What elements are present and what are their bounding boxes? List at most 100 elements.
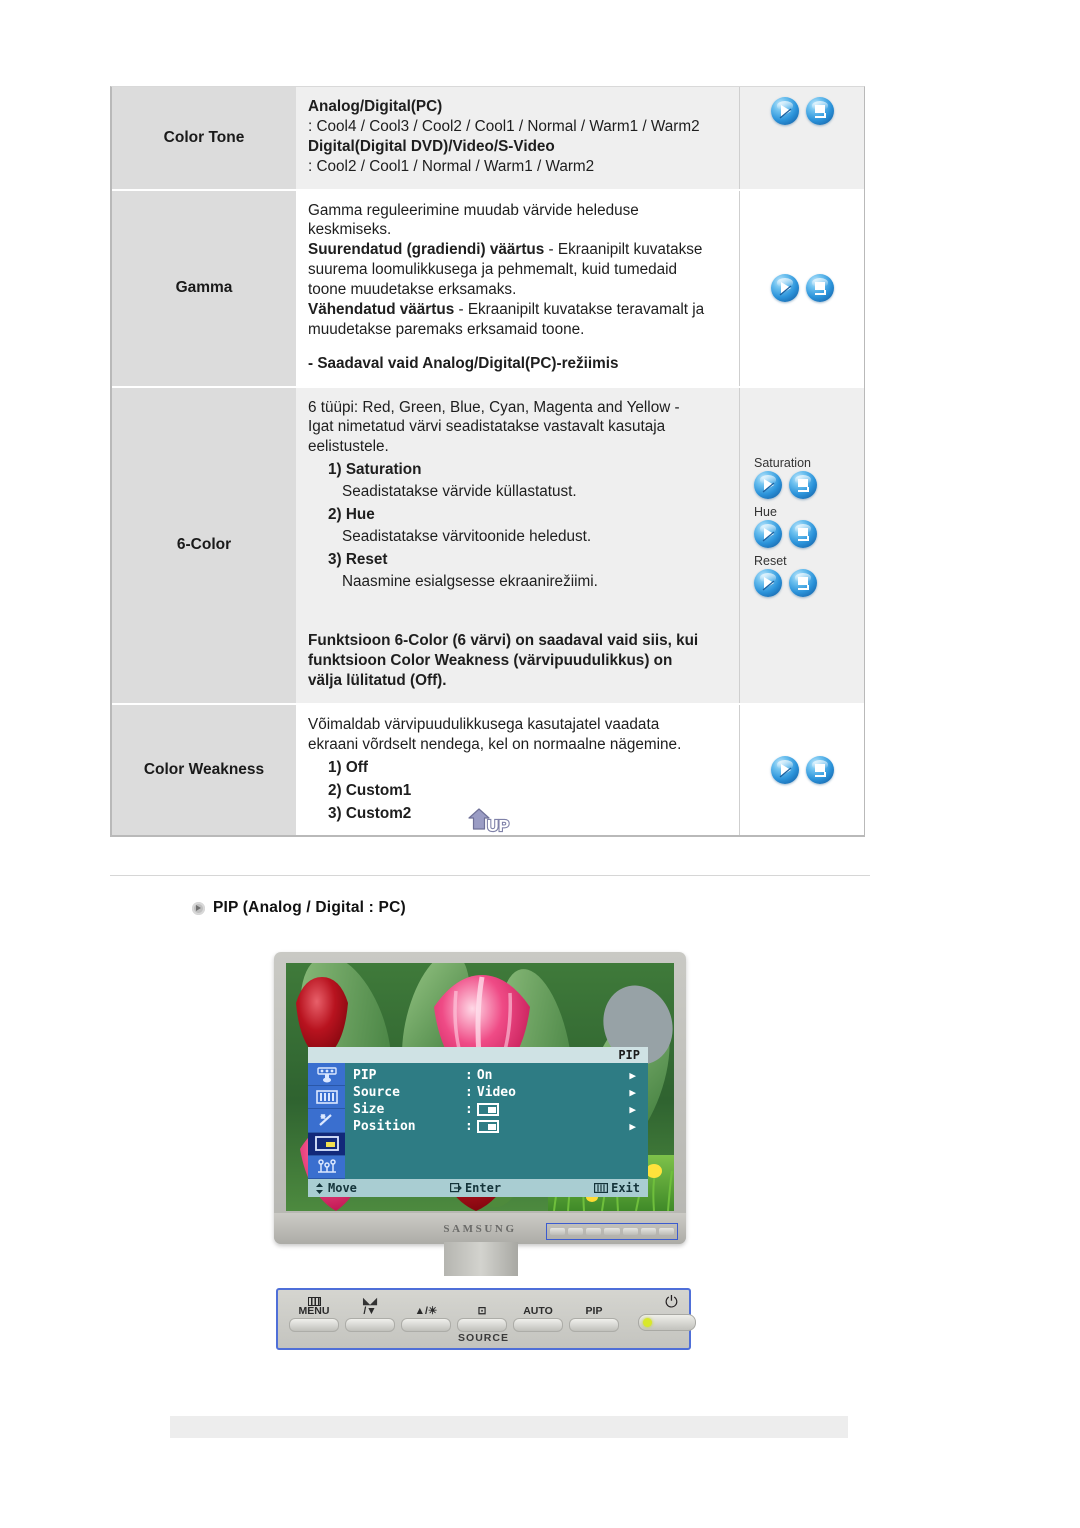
play-icon[interactable] <box>770 97 799 125</box>
play-icon[interactable] <box>770 274 799 302</box>
text-line: 1) Off <box>328 758 368 776</box>
osd-item-pip[interactable]: PIP : On ▶ <box>353 1067 648 1084</box>
text-line: ekraani võrdselt nendega, kel on normaal… <box>308 735 682 753</box>
front-button[interactable] <box>640 1228 656 1235</box>
row-label-6-color: 6-Color <box>112 387 296 703</box>
osd-menu: PIP PIP: On ▶ Source: Video ▶ Size: ▶… <box>308 1047 648 1197</box>
osd-item-value: : <box>465 1119 587 1134</box>
button-cap[interactable] <box>513 1318 563 1332</box>
up-text: ▲/☀ <box>414 1305 438 1317</box>
down-brightness-button[interactable]: ◣◢ /▼ <box>342 1294 398 1332</box>
up-brightness-button[interactable]: ▲/☀ <box>398 1294 454 1332</box>
pip-section-heading: PIP (Analog / Digital : PC) <box>192 899 406 917</box>
front-button[interactable] <box>622 1228 638 1235</box>
icon-group-label: Reset <box>754 553 787 568</box>
osd-item-source[interactable]: Source : Video ▶ <box>353 1084 648 1101</box>
chevron-right-icon[interactable]: ▶ <box>629 1069 636 1082</box>
button-cap[interactable] <box>345 1318 395 1332</box>
control-button-row: MENU ◣◢ /▼ ▲/☀ ⊡ AUTO PIP ⏻ <box>286 1294 696 1332</box>
row-body-gamma: Gamma reguleerimine muudab värvide heled… <box>296 190 739 386</box>
enter-icon[interactable] <box>789 470 817 499</box>
play-icon[interactable] <box>754 568 782 597</box>
row-icons-6-color: Saturation Hue Reset <box>739 387 864 703</box>
play-icon[interactable] <box>754 519 782 548</box>
front-button[interactable] <box>568 1228 584 1235</box>
text-line: toone muudetakse erksamaks. <box>308 281 517 298</box>
brightness-contrast-icon[interactable] <box>308 1063 345 1087</box>
pip-icon[interactable] <box>308 1132 345 1156</box>
menu-button-label: MENU <box>286 1294 342 1316</box>
control-panel-closeup: MENU ◣◢ /▼ ▲/☀ ⊡ AUTO PIP ⏻ SOURCE <box>276 1288 696 1350</box>
section-divider <box>110 875 870 876</box>
front-button[interactable] <box>586 1228 602 1235</box>
pip-position-box-icon <box>476 1120 499 1133</box>
table-row: Gamma Gamma reguleerimine muudab värvide… <box>112 190 864 388</box>
enter-icon[interactable] <box>789 568 817 597</box>
up-button-label: ▲/☀ <box>398 1294 454 1317</box>
updown-arrow-icon <box>316 1182 323 1194</box>
row-label-color-weakness: Color Weakness <box>112 705 296 836</box>
icon-pair <box>770 97 834 125</box>
osd-item-position[interactable]: Position : ▶ <box>353 1118 648 1135</box>
text-line: välja lülitatud (Off). <box>308 672 447 690</box>
icon-group-label: Saturation <box>754 455 811 470</box>
enter-icon[interactable] <box>789 519 817 548</box>
power-button-cap[interactable] <box>638 1314 696 1331</box>
down-button-label: ◣◢ /▼ <box>342 1294 398 1317</box>
pip-button[interactable]: PIP <box>566 1294 622 1332</box>
osd-enter-label: Enter <box>464 1181 502 1195</box>
text-line: Gamma reguleerimine muudab värvide heled… <box>308 201 639 219</box>
button-cap[interactable] <box>401 1318 451 1332</box>
chevron-right-icon[interactable]: ▶ <box>629 1120 636 1133</box>
monitor-front-buttons-highlight <box>546 1223 678 1240</box>
button-cap[interactable] <box>289 1318 339 1332</box>
text-line: Seadistatakse värvide küllastatust. <box>342 483 577 500</box>
enter-icon[interactable] <box>805 97 834 125</box>
text-line: eelistustele. <box>308 438 389 456</box>
power-button[interactable]: ⏻ <box>632 1294 702 1331</box>
osd-value-text: On <box>476 1068 493 1083</box>
text-emph: Suurendatud (gradiendi) väärtus <box>308 241 545 259</box>
osd-move-label: Move <box>328 1181 357 1195</box>
row-label-gamma: Gamma <box>112 190 296 386</box>
osd-item-name: Size <box>353 1102 385 1117</box>
play-icon[interactable] <box>754 470 782 499</box>
row-body-color-tone: Analog/Digital(PC) : Cool4 / Cool3 / Coo… <box>296 87 739 189</box>
icon-group-saturation: Saturation <box>740 454 864 499</box>
front-power-button[interactable] <box>658 1228 674 1235</box>
text-line: : Cool2 / Cool1 / Normal / Warm1 / Warm2 <box>308 157 595 175</box>
osd-item-name: Position <box>353 1119 416 1134</box>
text-line: 2) Hue <box>328 505 375 523</box>
monitor-stand-neck <box>444 1242 518 1276</box>
image-wand-icon[interactable] <box>308 1109 345 1133</box>
osd-item-size[interactable]: Size : ▶ <box>353 1101 648 1118</box>
monitor-illustration: PIP PIP: On ▶ Source: Video ▶ Size: ▶… <box>268 952 698 1302</box>
auto-button[interactable]: AUTO <box>510 1294 566 1332</box>
enter-source-button[interactable]: ⊡ <box>454 1294 510 1332</box>
text-line: - Ekraanipilt kuvatakse teravamalt ja <box>454 300 705 318</box>
up-button[interactable]: UP <box>463 803 519 839</box>
enter-icon[interactable] <box>805 274 834 302</box>
chevron-right-icon[interactable]: ▶ <box>629 1103 636 1116</box>
menu-button[interactable]: MENU <box>286 1294 342 1332</box>
play-icon[interactable] <box>770 756 799 785</box>
color-bars-icon[interactable] <box>308 1086 345 1110</box>
button-cap[interactable] <box>457 1318 507 1332</box>
svg-text:UP: UP <box>487 818 510 835</box>
row-icons-color-tone <box>739 87 864 189</box>
osd-item-value: : <box>465 1102 587 1117</box>
front-button[interactable] <box>550 1228 566 1235</box>
osd-icon-strip <box>308 1063 345 1180</box>
enter-key-icon <box>449 1183 462 1193</box>
footer-bar <box>170 1416 848 1438</box>
setup-icon[interactable] <box>308 1155 345 1180</box>
enter-icon[interactable] <box>805 756 834 785</box>
enter-text: ⊡ <box>477 1305 487 1317</box>
chevron-right-icon[interactable]: ▶ <box>629 1086 636 1099</box>
osd-body: PIP : On ▶ Source : Video ▶ Size : ▶ Pos… <box>308 1063 648 1180</box>
front-button[interactable] <box>604 1228 620 1235</box>
button-cap[interactable] <box>569 1318 619 1332</box>
enter-button-label: ⊡ <box>454 1294 510 1317</box>
osd-item-value: : On <box>465 1068 493 1083</box>
